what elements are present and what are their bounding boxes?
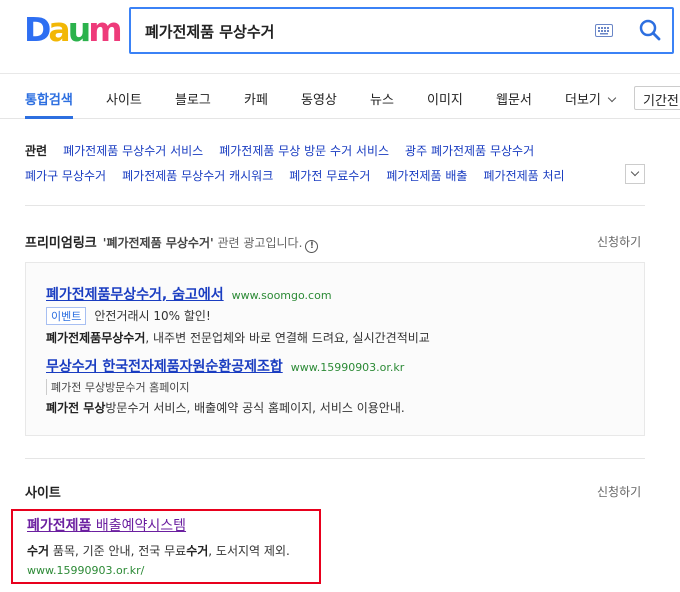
- period-filter-button[interactable]: 기간전: [634, 86, 680, 110]
- ad-title-link[interactable]: 폐가전제품무상수거, 숨고에서 www.soomgo.com: [46, 284, 332, 304]
- related-link[interactable]: 폐가전 무료수거: [289, 169, 370, 183]
- tab-integrated[interactable]: 통합검색: [25, 89, 73, 108]
- site-result-url[interactable]: www.15990903.or.kr/: [27, 564, 144, 577]
- ad-description: 폐가전 무상방문수거 서비스, 배출예약 공식 홈페이지, 서비스 이용안내.: [46, 399, 405, 416]
- section-divider: [25, 205, 645, 206]
- premium-title: 프리미엄링크: [25, 236, 97, 251]
- site-title-rest: 배출예약시스템: [91, 518, 187, 534]
- logo-letter-d: D: [24, 10, 51, 49]
- tab-site[interactable]: 사이트: [106, 89, 142, 108]
- desc-text: 품목, 기준 안내, 전국 무료: [49, 544, 187, 558]
- chevron-down-icon: [607, 93, 617, 103]
- site-section-title: 사이트: [25, 486, 61, 501]
- ad-event-line: 이벤트 안전거래시 10% 할인!: [46, 307, 211, 325]
- tab-blog[interactable]: 블로그: [175, 89, 211, 108]
- related-link[interactable]: 폐가전제품 무상수거 서비스: [63, 144, 203, 158]
- premium-subtitle: '폐가전제품 무상수거' 관련 광고입니다.: [103, 236, 303, 250]
- related-link[interactable]: 폐가전제품 처리: [483, 169, 564, 183]
- daum-logo[interactable]: Daum: [24, 10, 123, 49]
- logo-letter-a: a: [48, 10, 70, 49]
- keyboard-icon[interactable]: [595, 24, 613, 37]
- ad-url: www.15990903.or.kr: [290, 361, 405, 374]
- ad-desc-text: 서비스, 배출예약 공식 홈페이지, 서비스 이용안내.: [149, 401, 405, 415]
- site-result-title-link[interactable]: 폐가전제품 배출예약시스템: [27, 515, 186, 535]
- related-link[interactable]: 폐가전제품 무상 방문 수거 서비스: [219, 144, 389, 158]
- info-icon[interactable]: !: [305, 240, 319, 253]
- desc-text: , 도서지역 제외.: [208, 544, 290, 558]
- premium-apply-link[interactable]: 신청하기: [597, 233, 641, 250]
- related-link[interactable]: 광주 폐가전제품 무상수거: [405, 144, 534, 158]
- tab-more[interactable]: 더보기: [565, 89, 617, 108]
- search-box: [129, 7, 674, 54]
- tab-video[interactable]: 동영상: [301, 89, 337, 108]
- premium-link-header: 프리미엄링크 '폐가전제품 무상수거' 관련 광고입니다.!: [25, 232, 319, 253]
- related-link[interactable]: 폐가전제품 배출: [386, 169, 467, 183]
- search-icon[interactable]: [639, 19, 661, 41]
- ad-description: 폐가전제품무상수거, 내주변 전문업체와 바로 연결해 드려요, 실시간견적비교: [46, 329, 430, 346]
- ad-url: www.soomgo.com: [231, 289, 332, 302]
- section-divider: [25, 458, 645, 459]
- ad-desc-text: , 내주변 전문업체와 바로 연결해 드려요, 실시간견적비교: [145, 331, 430, 345]
- related-link[interactable]: 폐가구 무상수거: [25, 169, 106, 183]
- ad-sitelink-line: 폐가전 무상방문수거 홈페이지: [46, 379, 198, 395]
- ad-desc-bold: 폐가전 무상: [46, 401, 106, 415]
- site-result-description: 수거 품목, 기준 안내, 전국 무료수거, 도서지역 제외.: [27, 542, 290, 559]
- search-tabs: 통합검색 사이트 블로그 카페 동영상 뉴스 이미지 웹문서 더보기 기간전: [0, 73, 680, 119]
- related-title: 관련: [25, 144, 48, 158]
- tab-webdoc[interactable]: 웹문서: [496, 89, 532, 108]
- tab-cafe[interactable]: 카페: [244, 89, 268, 108]
- related-row-1: 관련 폐가전제품 무상수거 서비스 폐가전제품 무상 방문 수거 서비스 광주 폐가전…: [25, 142, 550, 159]
- tab-image[interactable]: 이미지: [427, 89, 463, 108]
- event-text[interactable]: 안전거래시 10% 할인!: [94, 309, 210, 323]
- ad-title: 무상수거 한국전자제품자원순환공제조합: [46, 359, 283, 375]
- site-result-highlight: 폐가전제품 배출예약시스템 수거 품목, 기준 안내, 전국 무료수거, 도서지…: [11, 509, 321, 584]
- related-row-2: 폐가구 무상수거 폐가전제품 무상수거 캐시워크 폐가전 무료수거 폐가전제품 배출 폐…: [25, 167, 621, 184]
- related-expand-button[interactable]: [625, 164, 645, 184]
- event-badge: 이벤트: [46, 307, 87, 325]
- ad-title: 폐가전제품무상수거, 숨고에서: [46, 287, 224, 303]
- site-apply-link[interactable]: 신청하기: [597, 483, 641, 500]
- tab-active-underline: [25, 116, 73, 119]
- ad-box: 폐가전제품무상수거, 숨고에서 www.soomgo.com 이벤트 안전거래시 1…: [25, 262, 645, 436]
- desc-bold: 수거: [27, 544, 50, 558]
- logo-letter-m: m: [88, 10, 122, 49]
- related-link[interactable]: 폐가전제품 무상수거 캐시워크: [122, 169, 273, 183]
- ad-title-link[interactable]: 무상수거 한국전자제품자원순환공제조합 www.15990903.or.kr: [46, 356, 404, 376]
- sitelink-text[interactable]: 폐가전 무상방문수거 홈페이지: [46, 379, 194, 395]
- ad-desc-bold: 폐가전제품무상수거: [46, 331, 146, 345]
- tab-news[interactable]: 뉴스: [370, 89, 394, 108]
- search-input[interactable]: [145, 19, 575, 43]
- desc-bold: 수거: [186, 544, 209, 558]
- premium-query: '폐가전제품 무상수거': [102, 236, 214, 250]
- tab-more-label: 더보기: [565, 93, 601, 108]
- chevron-down-icon: [630, 167, 640, 177]
- site-title-bold: 폐가전제품: [27, 518, 92, 534]
- logo-letter-u: u: [67, 10, 91, 49]
- ad-desc-mid: 방문수거: [105, 401, 150, 415]
- premium-suffix: 관련 광고입니다.: [213, 236, 303, 250]
